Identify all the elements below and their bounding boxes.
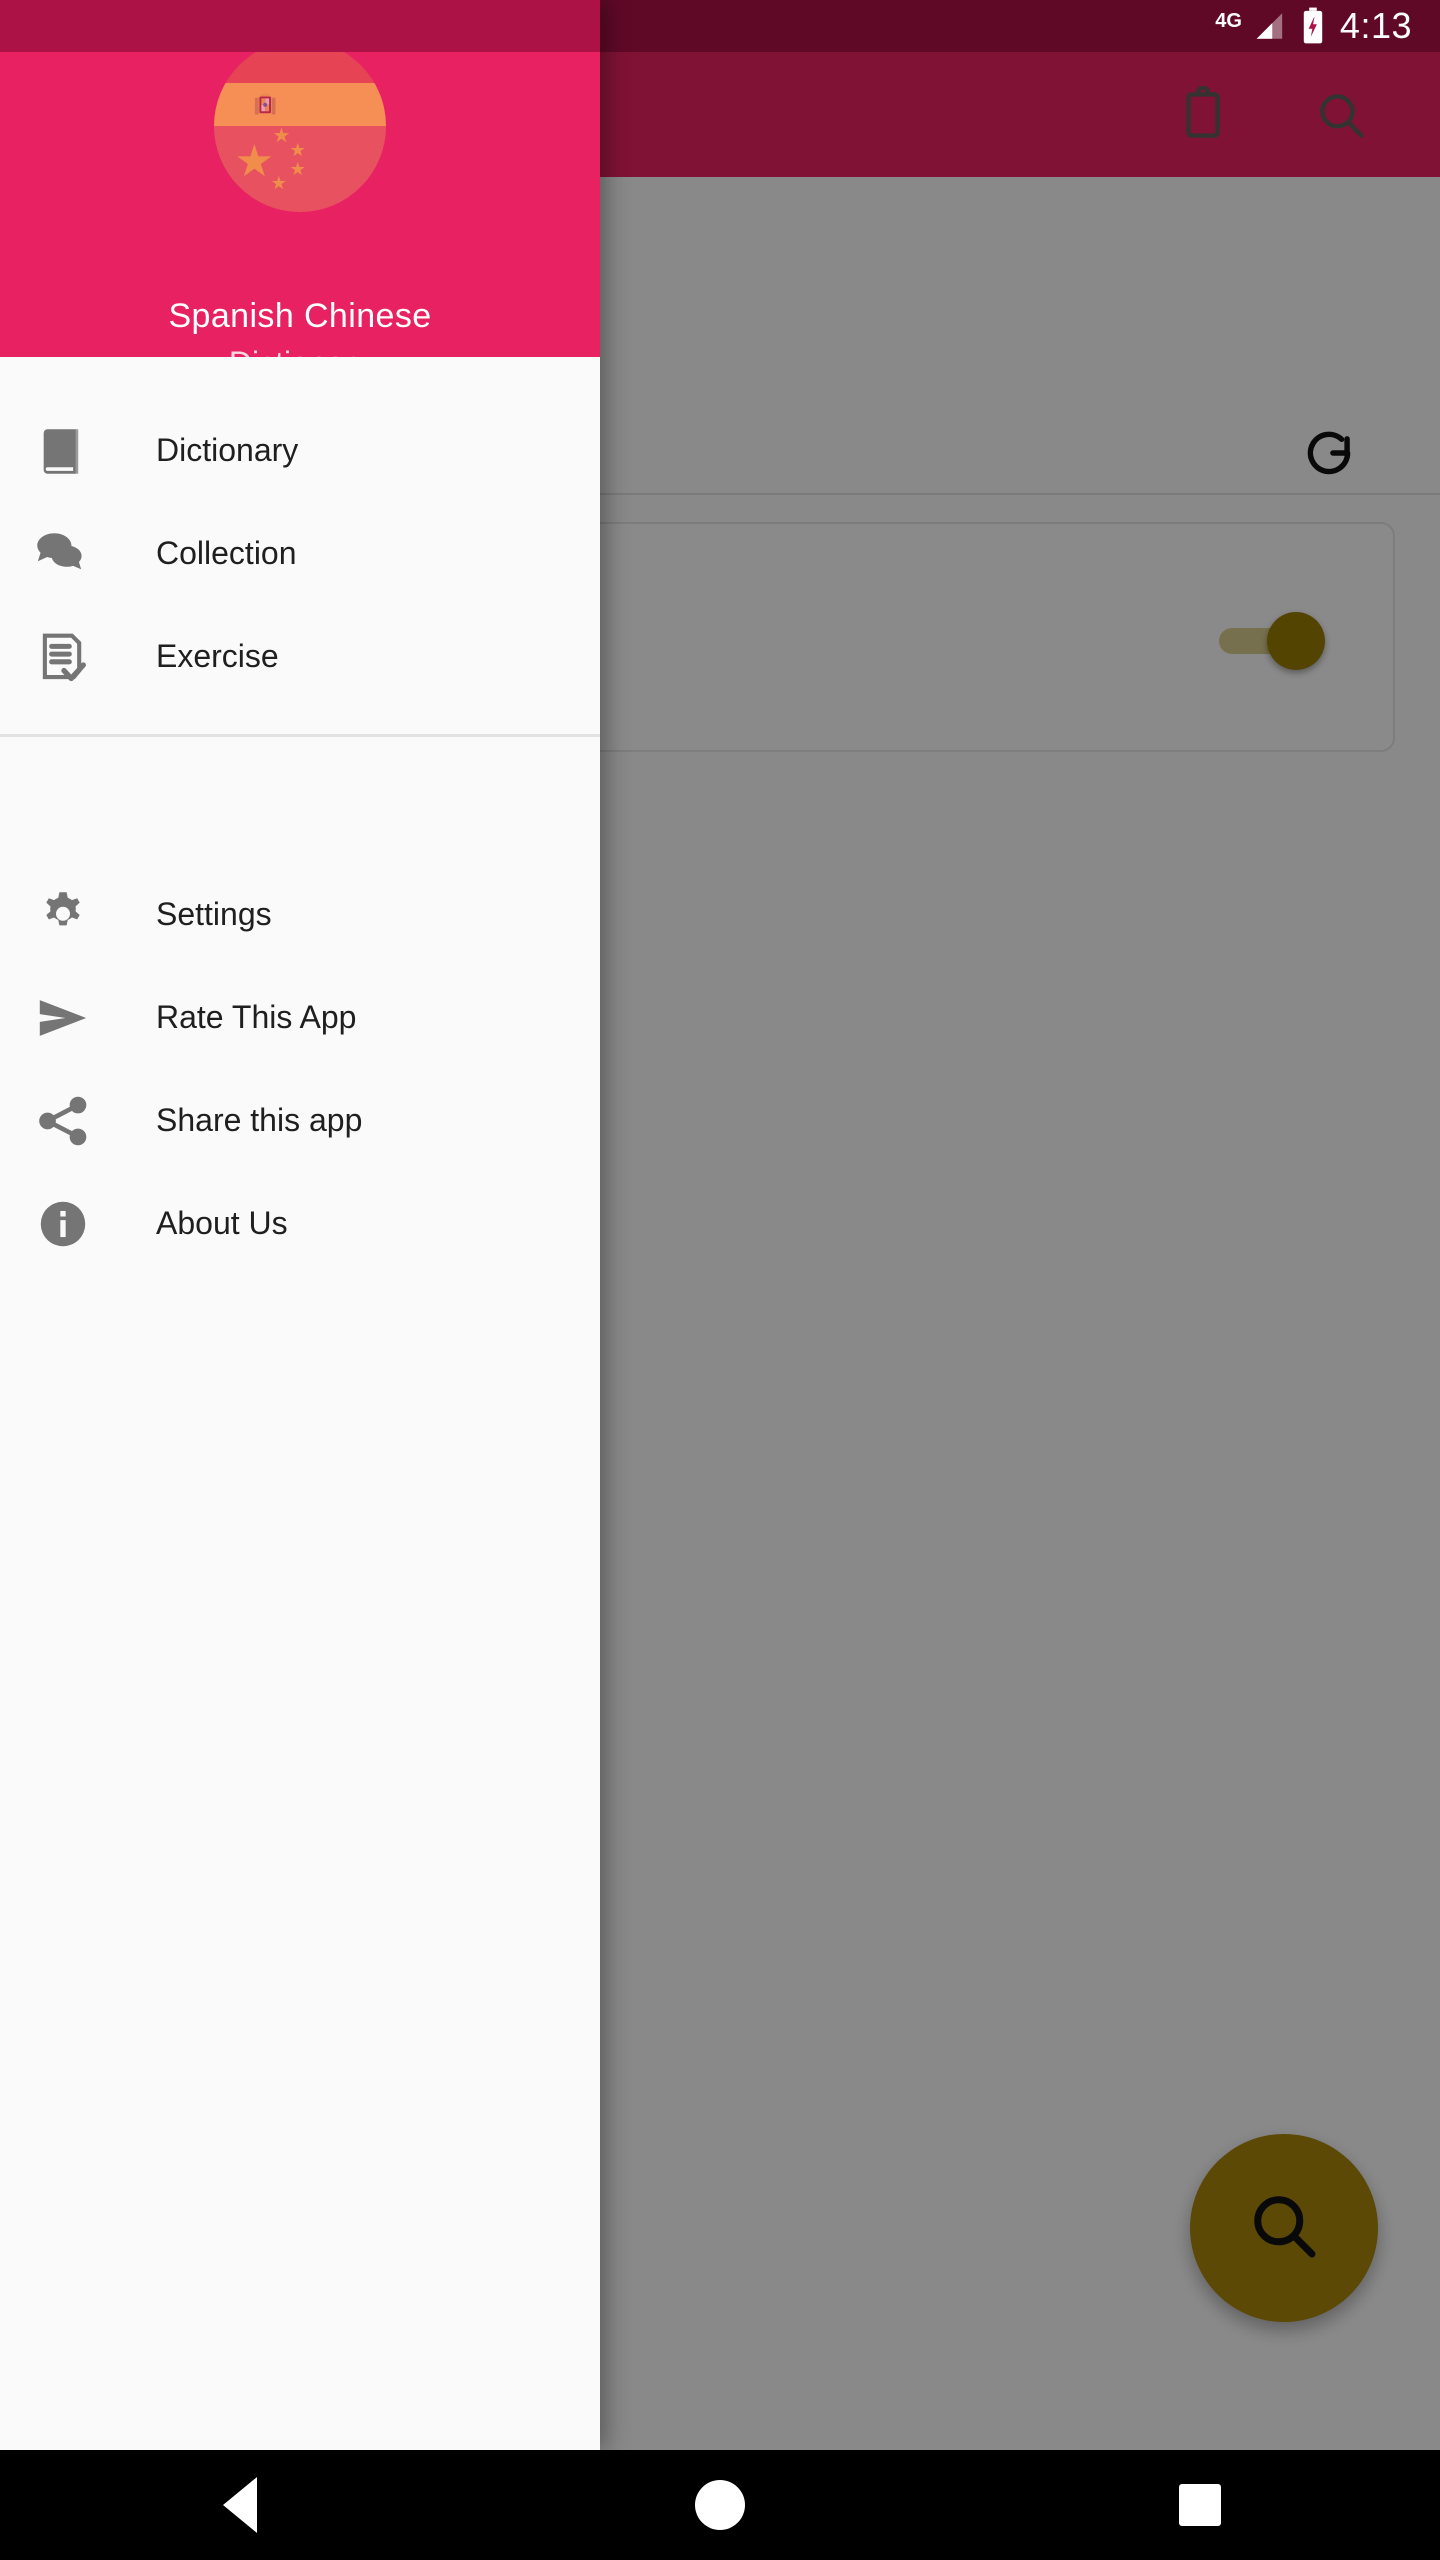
- sidebar-item-label: Rate This App: [156, 999, 357, 1035]
- drawer-subtitle: Dictionary: [0, 345, 600, 357]
- drawer-menu-group-primary: Dictionary Collection Exercise: [0, 357, 600, 734]
- home-button[interactable]: [660, 2450, 780, 2560]
- drawer-menu: Dictionary Collection Exercise Settings …: [0, 357, 600, 1275]
- china-star-1-icon: ★: [272, 125, 291, 147]
- sidebar-item-dictionary[interactable]: Dictionary: [0, 399, 600, 502]
- sidebar-item-label: Exercise: [156, 638, 279, 674]
- sidebar-item-label: Dictionary: [156, 432, 299, 468]
- drawer-header: ★ ★ ★ ★ ★ Spanish Chinese Dictionary: [0, 52, 600, 357]
- signal-bars-icon: [1250, 9, 1286, 43]
- send-arrow-icon: [32, 987, 94, 1049]
- sidebar-item-settings[interactable]: Settings: [0, 863, 600, 966]
- sidebar-item-rate-this-app[interactable]: Rate This App: [0, 966, 600, 1069]
- flag-stripe-middle: [214, 83, 386, 126]
- sidebar-item-label: About Us: [156, 1205, 288, 1241]
- gear-icon: [32, 884, 94, 946]
- chat-bubbles-icon: [32, 523, 94, 585]
- spain-coat-of-arms-icon: [255, 93, 276, 115]
- book-icon: [32, 420, 94, 482]
- system-navigation-bar: [0, 2450, 1440, 2560]
- china-star-4-icon: ★: [270, 173, 287, 194]
- sidebar-item-label: Collection: [156, 535, 297, 571]
- clock-label: 4:13: [1339, 5, 1412, 46]
- back-triangle-icon: [223, 2477, 257, 2533]
- document-check-icon: [32, 626, 94, 688]
- china-star-3-icon: ★: [289, 159, 306, 180]
- battery-charging-icon: [1300, 7, 1326, 45]
- info-circle-icon: [32, 1193, 94, 1255]
- network-type-label: 4G: [1215, 10, 1242, 32]
- back-button[interactable]: [180, 2450, 300, 2560]
- drawer-statusbar: [0, 0, 600, 52]
- sidebar-item-label: Share this app: [156, 1102, 363, 1138]
- share-nodes-icon: [32, 1090, 94, 1152]
- sidebar-item-share-this-app[interactable]: Share this app: [0, 1069, 600, 1172]
- sidebar-item-exercise[interactable]: Exercise: [0, 605, 600, 708]
- flag-stripe-top: [214, 52, 386, 83]
- sidebar-item-collection[interactable]: Collection: [0, 502, 600, 605]
- spanish-chinese-flag-logo: ★ ★ ★ ★ ★: [214, 52, 386, 212]
- drawer-title: Spanish Chinese: [168, 297, 432, 335]
- recents-button[interactable]: [1140, 2450, 1260, 2560]
- china-star-2-icon: ★: [289, 140, 306, 161]
- home-circle-icon: [695, 2480, 745, 2530]
- statusbar: 4G 4:13: [1080, 0, 1440, 52]
- sidebar-item-about-us[interactable]: About Us: [0, 1172, 600, 1275]
- recents-square-icon: [1179, 2484, 1221, 2526]
- china-star-large-icon: ★: [234, 136, 275, 186]
- sidebar-item-label: Settings: [156, 896, 272, 932]
- drawer-menu-group-secondary: Settings Rate This App Share this app Ab…: [0, 737, 600, 1275]
- navigation-drawer: ★ ★ ★ ★ ★ Spanish Chinese Dictionary Dic…: [0, 0, 600, 2450]
